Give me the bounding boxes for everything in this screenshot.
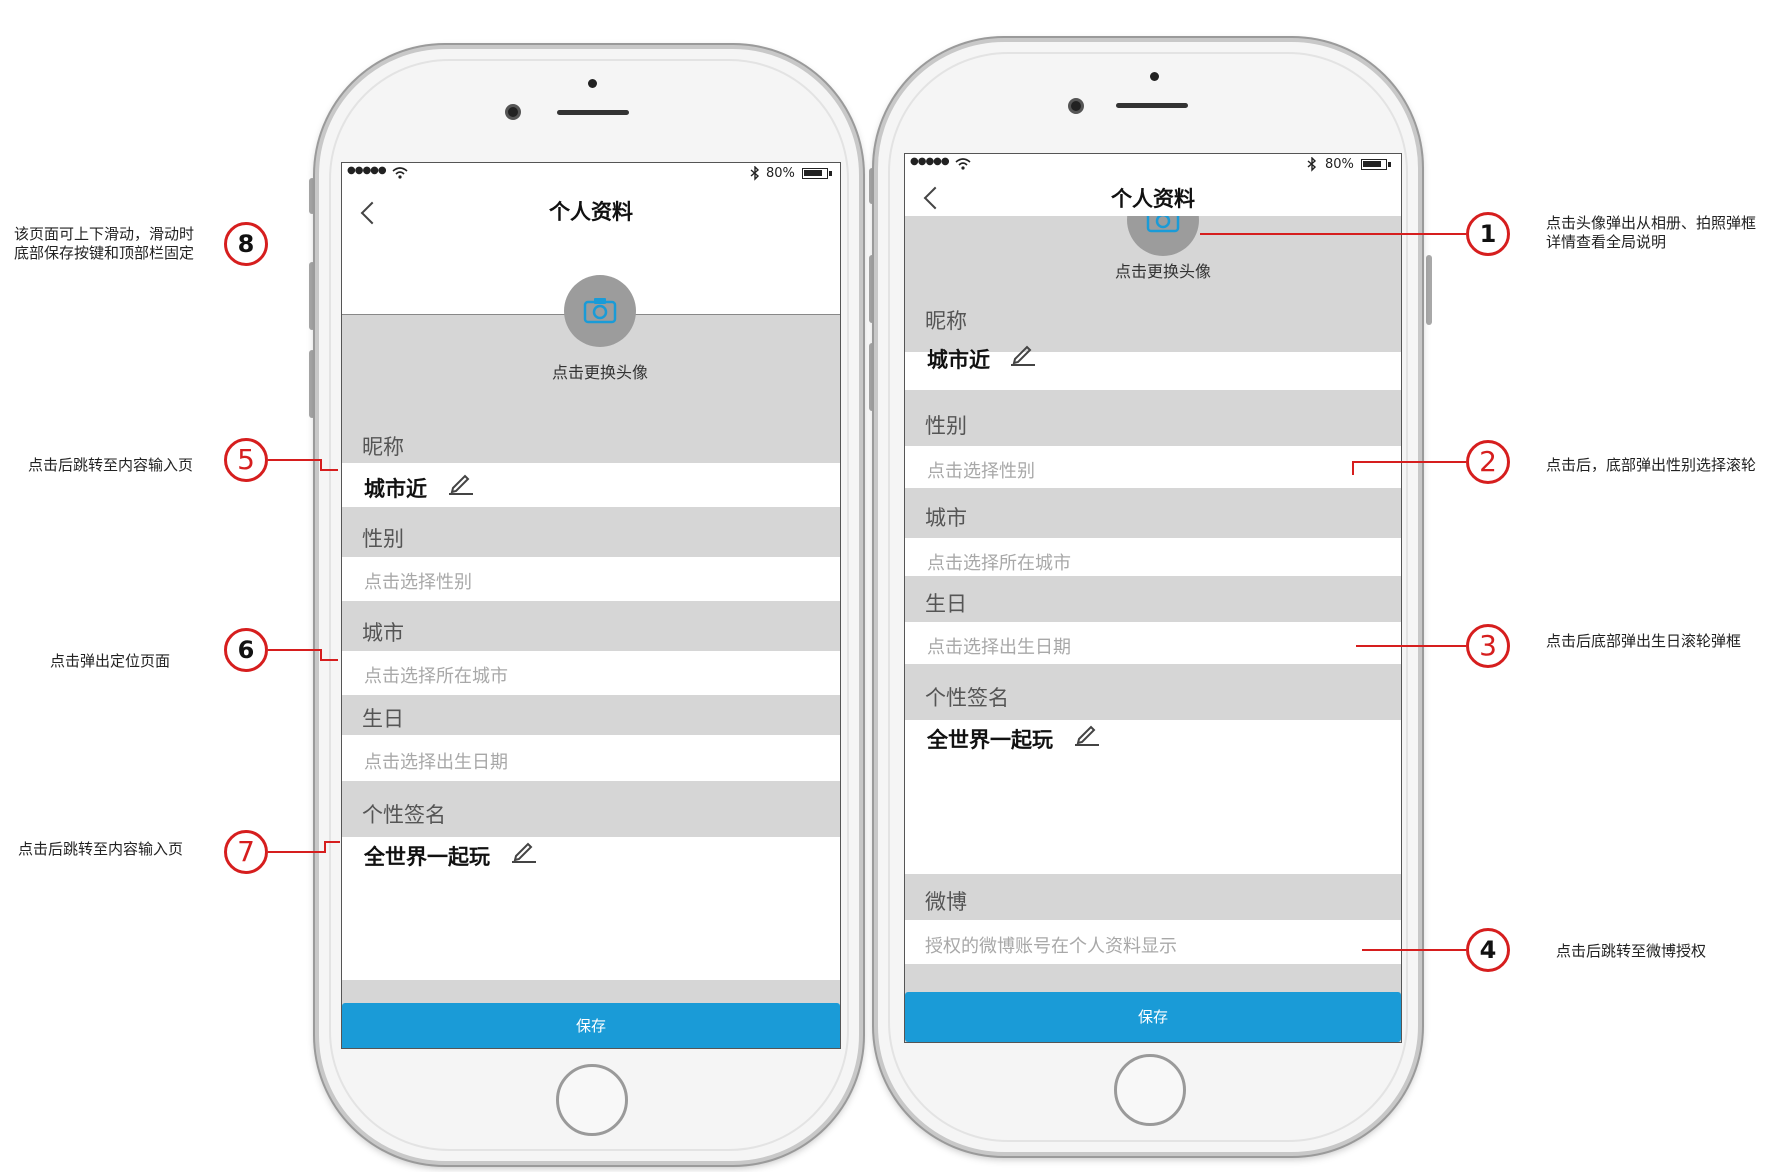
annotation-4-connector xyxy=(1362,949,1466,951)
annotation-5-text: 点击后跳转至内容输入页 xyxy=(28,456,194,474)
home-button[interactable] xyxy=(1114,1054,1186,1126)
gender-label-row xyxy=(342,507,840,557)
status-bar: ●●●●● 80% xyxy=(342,163,840,185)
annotation-8-badge: 8 xyxy=(224,222,268,266)
bluetooth-icon xyxy=(750,166,760,181)
battery-icon xyxy=(802,168,832,179)
annotation-6-connector xyxy=(320,659,338,661)
annotation-8-text: 该页面可上下滑动，滑动时 底部保存按键和顶部栏固定 xyxy=(14,225,195,262)
annotation-6-text: 点击弹出定位页面 xyxy=(50,652,171,670)
annotation-7-connector xyxy=(324,841,340,843)
annotation-7-badge: 7 xyxy=(224,830,268,874)
screen-left: ●●●●● 80% 个人资料 点击更换头像 昵称 城市近 性别 点击选择性别 城… xyxy=(341,162,841,1049)
bluetooth-icon xyxy=(1307,157,1317,172)
nickname-label: 昵称 xyxy=(925,309,967,333)
city-label: 城市 xyxy=(362,621,404,645)
annotation-5-connector xyxy=(268,459,320,461)
weibo-label: 微博 xyxy=(925,890,967,914)
annotation-2-text: 点击后，底部弹出性别选择滚轮 xyxy=(1546,456,1757,474)
gender-label: 性别 xyxy=(362,527,404,551)
battery-percent: 80% xyxy=(1325,157,1354,172)
phone-frame: ●●●●● 80% 个人资料 点击更换头像 昵称 城市近 性别 点击选择性别 城… xyxy=(315,45,863,1165)
save-button[interactable]: 保存 xyxy=(905,992,1401,1042)
wifi-icon xyxy=(955,158,971,170)
gender-label-row xyxy=(905,390,1401,446)
city-label: 城市 xyxy=(925,506,967,530)
nickname-label: 昵称 xyxy=(362,435,404,459)
nickname-label-row xyxy=(342,415,840,463)
power-button xyxy=(1426,255,1432,325)
camera-icon xyxy=(583,298,617,324)
nickname-value[interactable]: 城市近 xyxy=(364,473,427,503)
signal-dots: ●●●●● xyxy=(910,156,950,167)
signal-dots: ●●●●● xyxy=(347,165,387,176)
pencil-icon[interactable] xyxy=(1009,342,1037,366)
annotation-6-badge: 6 xyxy=(224,628,268,672)
annotation-7-text: 点击后跳转至内容输入页 xyxy=(18,840,184,858)
gender-label: 性别 xyxy=(925,414,967,438)
nickname-label-row xyxy=(905,288,1401,352)
weibo-field[interactable]: 授权的微博账号在个人资料显示 xyxy=(925,932,1177,958)
city-field[interactable]: 点击选择所在城市 xyxy=(927,549,1071,575)
pencil-icon[interactable] xyxy=(447,471,475,495)
signature-value[interactable]: 全世界一起玩 xyxy=(927,724,1053,754)
annotation-2-connector xyxy=(1352,461,1466,463)
battery-icon xyxy=(1361,159,1391,170)
save-button[interactable]: 保存 xyxy=(342,1003,840,1048)
battery-percent: 80% xyxy=(766,166,795,181)
annotation-4-text: 点击后跳转至微博授权 xyxy=(1556,942,1707,960)
proximity-sensor xyxy=(588,79,597,88)
status-bar: ●●●●● 80% xyxy=(905,154,1401,176)
birthday-label: 生日 xyxy=(925,592,967,616)
annotation-1-text: 点击头像弹出从相册、拍照弹框 详情查看全局说明 xyxy=(1546,214,1757,251)
birthday-label-row xyxy=(905,576,1401,622)
annotation-1-connector xyxy=(1200,233,1466,235)
home-button[interactable] xyxy=(556,1064,628,1136)
change-avatar-label[interactable]: 点击更换头像 xyxy=(492,359,708,383)
page-title: 个人资料 xyxy=(1111,187,1195,211)
annotation-6-connector xyxy=(268,649,320,651)
nickname-value[interactable]: 城市近 xyxy=(927,344,990,374)
birthday-label: 生日 xyxy=(362,707,404,731)
phone-frame: ●●●●● 80% 个人资料 点击更换头像 昵称 城市近 性别 点击选择性别 城… xyxy=(874,38,1422,1156)
birthday-label-row xyxy=(342,695,840,735)
annotation-3-connector xyxy=(1356,645,1466,647)
gender-field[interactable]: 点击选择性别 xyxy=(364,568,472,594)
front-camera xyxy=(505,104,521,120)
front-camera xyxy=(1068,98,1084,114)
proximity-sensor xyxy=(1150,72,1159,81)
earpiece-speaker xyxy=(1116,103,1188,108)
annotation-5-connector xyxy=(320,469,338,471)
city-label-row xyxy=(342,601,840,651)
weibo-label-row xyxy=(905,874,1401,920)
annotation-7-connector xyxy=(268,851,324,853)
pencil-icon[interactable] xyxy=(1073,722,1101,746)
signature-label: 个性签名 xyxy=(362,803,446,827)
birthday-field[interactable]: 点击选择出生日期 xyxy=(364,748,508,774)
avatar[interactable] xyxy=(564,275,636,347)
pencil-icon[interactable] xyxy=(510,839,538,863)
gender-field[interactable]: 点击选择性别 xyxy=(927,457,1035,483)
city-field[interactable]: 点击选择所在城市 xyxy=(364,662,508,688)
annotation-3-badge: 3 xyxy=(1466,624,1510,668)
annotation-4-badge: 4 xyxy=(1466,928,1510,972)
annotation-5-badge: 5 xyxy=(224,438,268,482)
annotation-3-text: 点击后底部弹出生日滚轮弹框 xyxy=(1546,632,1742,650)
wifi-icon xyxy=(392,167,408,179)
annotation-2-badge: 2 xyxy=(1466,440,1510,484)
annotation-2-connector xyxy=(1352,461,1354,475)
page-title: 个人资料 xyxy=(549,200,633,224)
screen-right: ●●●●● 80% 个人资料 点击更换头像 昵称 城市近 性别 点击选择性别 城… xyxy=(904,153,1402,1043)
change-avatar-label[interactable]: 点击更换头像 xyxy=(1055,258,1271,282)
earpiece-speaker xyxy=(557,110,629,115)
signature-value[interactable]: 全世界一起玩 xyxy=(364,841,490,871)
city-label-row xyxy=(905,488,1401,538)
annotation-1-badge: 1 xyxy=(1466,212,1510,256)
signature-label: 个性签名 xyxy=(925,686,1009,710)
birthday-field[interactable]: 点击选择出生日期 xyxy=(927,633,1071,659)
